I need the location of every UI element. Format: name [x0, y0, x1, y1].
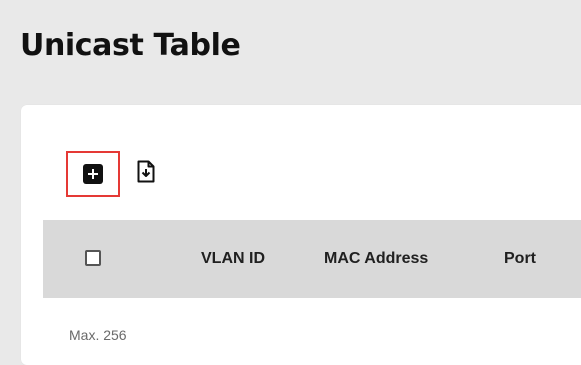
column-header-mac-address[interactable]: MAC Address — [324, 220, 428, 298]
file-download-icon — [136, 160, 156, 189]
column-header-vlan-id[interactable]: VLAN ID — [201, 220, 265, 298]
unicast-table-card: VLAN ID MAC Address Port Max. 256 — [21, 105, 581, 365]
add-box-icon — [83, 164, 103, 184]
page-title: Unicast Table — [20, 28, 241, 63]
max-entries-label: Max. 256 — [69, 327, 127, 343]
select-all-checkbox[interactable] — [85, 250, 101, 266]
column-header-port[interactable]: Port — [504, 220, 536, 298]
add-entry-button[interactable] — [66, 151, 120, 197]
table-header: VLAN ID MAC Address Port — [43, 220, 581, 298]
export-button[interactable] — [135, 160, 157, 189]
